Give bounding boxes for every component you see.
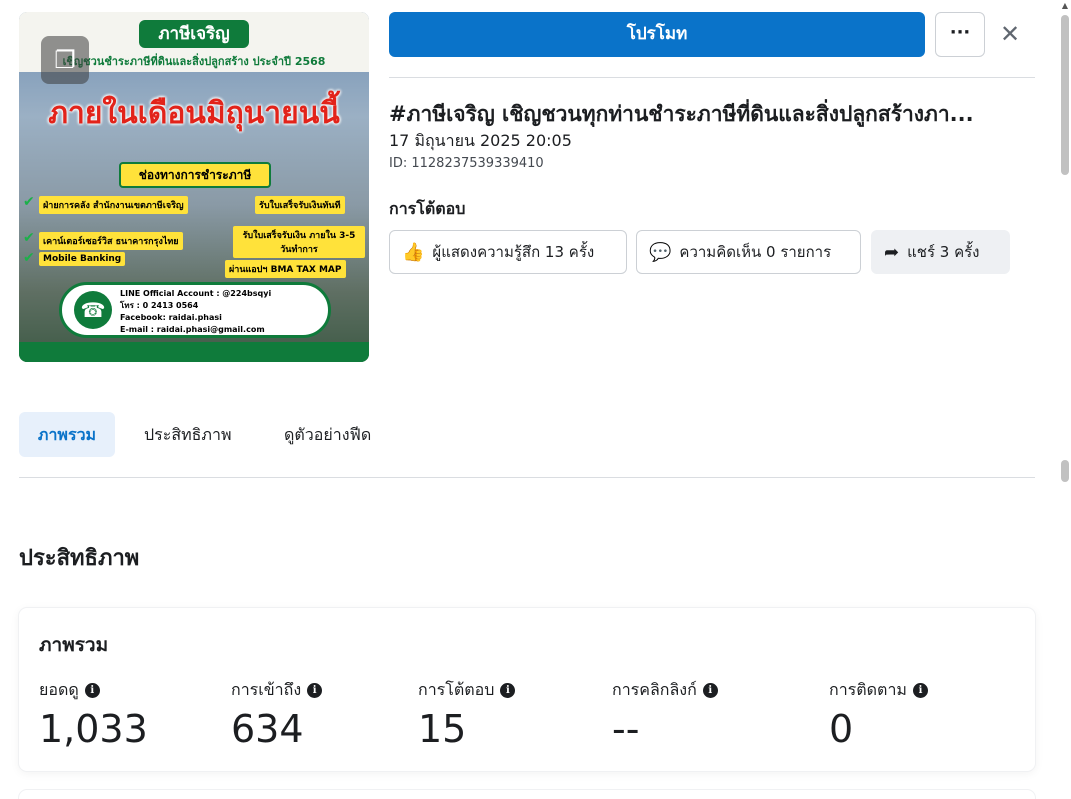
metric-label: การโต้ตอบ: [418, 680, 495, 699]
engagement-title: การโต้ตอบ: [389, 199, 466, 218]
thumbnail-tag: เคาน์เตอร์เซอร์วิส ธนาคารกรุงไทย: [39, 232, 183, 250]
gallery-icon[interactable]: ❐: [41, 36, 89, 84]
thumbs-up-icon: 👍: [402, 241, 425, 263]
contact-line: โทร : 0 2413 0564: [120, 301, 199, 310]
scrollbar-thumb-secondary[interactable]: [1061, 460, 1069, 482]
share-icon: ➦: [884, 241, 900, 263]
metric-label: การเข้าถึง: [231, 680, 302, 699]
card-title: ภาพรวม: [39, 634, 109, 656]
metric-engagement: การโต้ตอบ i 15: [418, 678, 516, 751]
check-icon: ✔: [23, 250, 35, 266]
tab-overview[interactable]: ภาพรวม: [19, 412, 115, 457]
check-icon: ✔: [23, 230, 35, 246]
thumbnail-header-title: ภาษีเจริญ: [139, 20, 249, 48]
info-icon[interactable]: i: [702, 683, 718, 698]
metric-follows: การติดตาม i 0: [829, 678, 928, 751]
next-card: [19, 790, 1035, 799]
metric-reach: การเข้าถึง i 634: [231, 678, 323, 751]
promote-button[interactable]: โปรโมท: [389, 12, 925, 57]
comments-button[interactable]: 💬 ความคิดเห็น 0 รายการ: [636, 230, 861, 274]
post-id: ID: 1128237539339410: [389, 156, 544, 171]
thumbnail-channels-title: ช่องทางการชำระภาษี: [119, 162, 271, 188]
reactions-button[interactable]: 👍 ผู้แสดงความรู้สึก 13 ครั้ง: [389, 230, 627, 274]
thumbnail-contact-lines: LINE Official Account : @224bsqyi โทร : …: [120, 288, 271, 336]
check-icon: ✔: [23, 194, 35, 210]
phone-icon: ☎: [74, 291, 112, 329]
metric-value: 0: [829, 707, 854, 751]
scroll-up-arrow-icon[interactable]: ▲: [1060, 2, 1070, 10]
thumbnail-tag: รับใบเสร็จรับเงินทันที: [255, 196, 345, 214]
reactions-label: ผู้แสดงความรู้สึก 13 ครั้ง: [432, 243, 595, 261]
contact-line: LINE Official Account : @224bsqyi: [120, 289, 272, 298]
thumbnail-tag: ผ่านแอปฯ BMA TAX MAP: [225, 260, 346, 278]
shares-button[interactable]: ➦ แชร์ 3 ครั้ง: [871, 230, 1010, 274]
metric-label: ยอดดู: [39, 680, 79, 699]
thumbnail-tag: รับใบเสร็จรับเงิน ภายใน 3-5 วันทำการ: [233, 226, 365, 258]
section-title: ประสิทธิภาพ: [19, 546, 140, 571]
metric-value: 634: [231, 707, 304, 751]
thumbnail-tag: ฝ่ายการคลัง สำนักงานเขตภาษีเจริญ: [39, 196, 188, 214]
thumbnail-contact-box: ☎ LINE Official Account : @224bsqyi โทร …: [59, 282, 331, 338]
scrollbar-thumb[interactable]: [1061, 15, 1069, 175]
metric-label: การคลิกลิงก์: [612, 680, 697, 699]
info-icon[interactable]: i: [84, 683, 100, 698]
thumbnail-footer: [19, 342, 369, 362]
contact-line: Facebook: raidai.phasi: [120, 313, 222, 322]
post-date: 17 มิถุนายน 2025 20:05: [389, 131, 572, 150]
close-icon[interactable]: ✕: [996, 18, 1024, 50]
thumbnail-headline: ภายในเดือนมิถุนายนนี้: [48, 96, 340, 131]
info-icon[interactable]: i: [912, 683, 928, 698]
more-options-button[interactable]: ···: [935, 12, 985, 57]
comment-icon: 💬: [649, 241, 672, 263]
metric-label: การติดตาม: [829, 680, 907, 699]
post-title: #ภาษีเจริญ เชิญชวนทุกท่านชำระภาษีที่ดินแ…: [389, 102, 974, 126]
thumbnail-tag: Mobile Banking: [39, 252, 126, 266]
contact-line: E-mail : raidai.phasi@gmail.com: [120, 325, 265, 334]
comments-label: ความคิดเห็น 0 รายการ: [679, 243, 832, 261]
divider: [19, 477, 1035, 478]
info-icon[interactable]: i: [500, 683, 516, 698]
metric-views: ยอดดู i 1,033: [39, 678, 148, 751]
metric-value: 1,033: [39, 707, 148, 751]
overview-card: ภาพรวม ยอดดู i 1,033 การเข้าถึง i 634 การโ…: [19, 608, 1035, 771]
info-icon[interactable]: i: [307, 683, 323, 698]
tab-feed-preview[interactable]: ดูตัวอย่างฟีด: [268, 412, 387, 457]
shares-label: แชร์ 3 ครั้ง: [907, 243, 980, 261]
tab-performance[interactable]: ประสิทธิภาพ: [128, 412, 248, 457]
divider: [389, 77, 1035, 78]
post-thumbnail[interactable]: ภาษีเจริญ เชิญชวนชำระภาษีที่ดินและสิ่งปล…: [19, 12, 369, 362]
metric-value: --: [612, 707, 640, 751]
metric-value: 15: [418, 707, 467, 751]
metric-link-clicks: การคลิกลิงก์ i --: [612, 678, 718, 751]
